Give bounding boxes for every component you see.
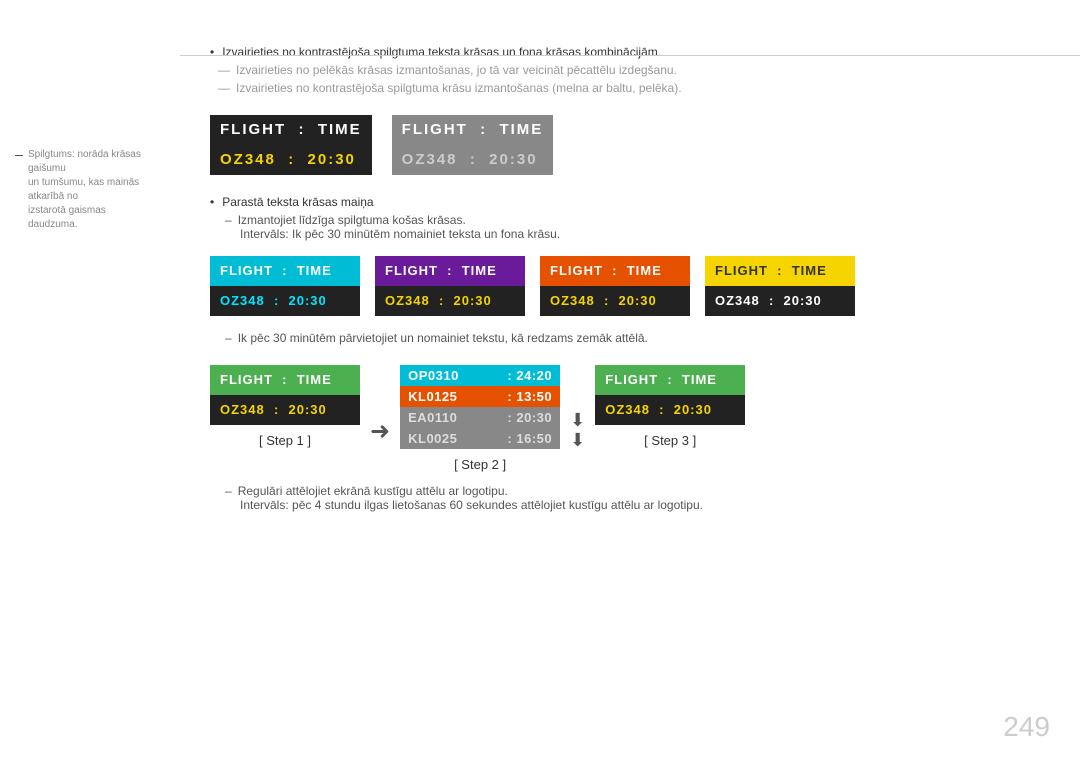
bottom-note-2: Intervāls: pēc 4 stundu ilgas lietošanas… <box>210 498 1040 512</box>
step1-header: FLIGHT : TIME <box>210 365 360 395</box>
flight-display-gray: FLIGHT : TIME OZ348 : 20:30 <box>392 115 554 175</box>
step3-display: FLIGHT : TIME OZ348 : 20:30 <box>595 365 745 425</box>
step3-header: FLIGHT : TIME <box>595 365 745 395</box>
flight-display-purple-body: OZ348 : 20:30 <box>375 286 525 316</box>
bullet-dash-2: Izvairieties no kontrastējoša spilgtuma … <box>210 81 1040 95</box>
step3-body: OZ348 : 20:30 <box>595 395 745 425</box>
section2-sub: Intervāls: Ik pēc 30 minūtēm nomainiet t… <box>210 227 1040 241</box>
flight-display-dark: FLIGHT : TIME OZ348 : 20:30 <box>210 115 372 175</box>
flight-display-dark-header: FLIGHT : TIME <box>210 115 372 145</box>
step1-item: FLIGHT : TIME OZ348 : 20:30 [ Step 1 ] <box>210 365 360 448</box>
step2-display: OP0310 : 24:20 KL0125 : 13:50 EA0110 : 2… <box>400 365 560 449</box>
section2-dash1: Izmantojiet līdzīga spilgtuma košas krās… <box>210 213 1040 227</box>
top-divider <box>180 55 1080 56</box>
flight-display-dark-body: OZ348 : 20:30 <box>210 145 372 175</box>
flight-display-gray-header: FLIGHT : TIME <box>392 115 554 145</box>
colored-displays-row: FLIGHT : TIME OZ348 : 20:30 FLIGHT : TIM… <box>210 256 1040 316</box>
step2-label: [ Step 2 ] <box>454 457 506 472</box>
step1-body: OZ348 : 20:30 <box>210 395 360 425</box>
flight-display-gray-body: OZ348 : 20:30 <box>392 145 554 175</box>
bullet-dash-1: Izvairieties no pelēkās krāsas izmantoša… <box>210 63 1040 77</box>
step2-row1: OP0310 : 24:20 <box>400 365 560 386</box>
sidebar-note: Spilgtums: norāda krāsas gaišumu un tumš… <box>28 148 158 232</box>
flight-display-yellow-header: FLIGHT : TIME <box>705 256 855 286</box>
flight-display-cyan-header: FLIGHT : TIME <box>210 256 360 286</box>
left-sidebar: Spilgtums: norāda krāsas gaišumu un tumš… <box>0 0 180 763</box>
section3-dash: Ik pēc 30 minūtēm pārvietojiet un nomain… <box>210 331 1040 345</box>
double-arrow: ⬇ ⬇ <box>570 411 585 449</box>
step2-row4: KL0025 : 16:50 <box>400 428 560 449</box>
sidebar-line <box>15 155 23 156</box>
step3-item: FLIGHT : TIME OZ348 : 20:30 [ Step 3 ] <box>595 365 745 448</box>
step1-display: FLIGHT : TIME OZ348 : 20:30 <box>210 365 360 425</box>
page-number: 249 <box>1003 711 1050 743</box>
bullet-list-top: Izvairieties no kontrastējoša spilgtuma … <box>210 45 1040 95</box>
flight-display-orange: FLIGHT : TIME OZ348 : 20:30 <box>540 256 690 316</box>
main-content: Izvairieties no kontrastējoša spilgtuma … <box>180 0 1080 763</box>
step2-item: OP0310 : 24:20 KL0125 : 13:50 EA0110 : 2… <box>400 365 560 472</box>
step2-row2: KL0125 : 13:50 <box>400 386 560 407</box>
flight-display-orange-body: OZ348 : 20:30 <box>540 286 690 316</box>
step2-row3: EA0110 : 20:30 <box>400 407 560 428</box>
bullet-dot-1: Izvairieties no kontrastējoša spilgtuma … <box>210 45 1040 59</box>
section2-bullet: Parastā teksta krāsas maiņa <box>210 195 1040 209</box>
bottom-note-1: Regulāri attēlojiet ekrānā kustīgu attēl… <box>210 484 1040 498</box>
step3-label: [ Step 3 ] <box>644 433 696 448</box>
bottom-notes: Regulāri attēlojiet ekrānā kustīgu attēl… <box>210 484 1040 512</box>
page-container: Spilgtums: norāda krāsas gaišumu un tumš… <box>0 0 1080 763</box>
flight-display-yellow: FLIGHT : TIME OZ348 : 20:30 <box>705 256 855 316</box>
flight-display-orange-header: FLIGHT : TIME <box>540 256 690 286</box>
arrow-right-1: ➜ <box>370 417 390 446</box>
step1-label: [ Step 1 ] <box>259 433 311 448</box>
flight-display-yellow-body: OZ348 : 20:30 <box>705 286 855 316</box>
flight-display-cyan: FLIGHT : TIME OZ348 : 20:30 <box>210 256 360 316</box>
main-displays-row: FLIGHT : TIME OZ348 : 20:30 FLIGHT : TIM… <box>210 115 1040 175</box>
flight-display-cyan-body: OZ348 : 20:30 <box>210 286 360 316</box>
flight-display-purple: FLIGHT : TIME OZ348 : 20:30 <box>375 256 525 316</box>
flight-display-purple-header: FLIGHT : TIME <box>375 256 525 286</box>
steps-section: FLIGHT : TIME OZ348 : 20:30 [ Step 1 ] ➜… <box>210 365 1040 472</box>
section2: Parastā teksta krāsas maiņa Izmantojiet … <box>210 195 1040 241</box>
